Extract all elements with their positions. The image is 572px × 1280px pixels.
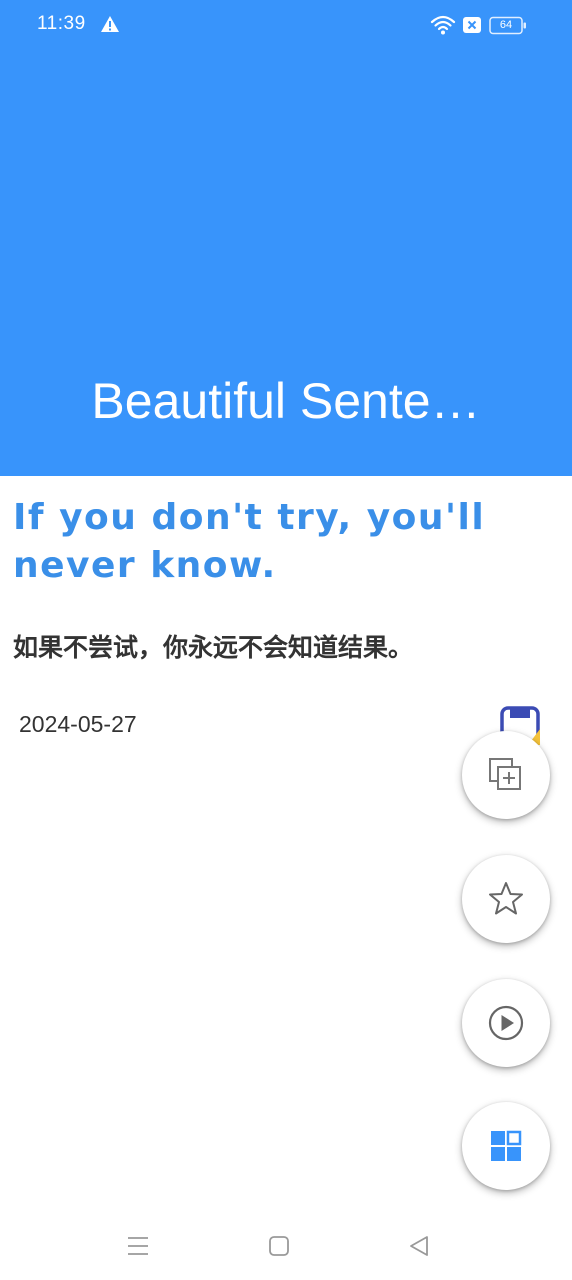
app-screen: 11:39 64 Beautiful Sente… If you don't t… — [0, 0, 572, 1280]
battery-level: 64 — [499, 19, 513, 31]
status-bar: 11:39 64 — [0, 0, 572, 52]
play-button[interactable] — [462, 979, 550, 1067]
menu-icon[interactable] — [124, 1232, 152, 1260]
play-icon — [488, 1005, 524, 1041]
navigation-bar — [0, 1210, 572, 1280]
star-icon — [489, 882, 523, 915]
sentence-date: 2024-05-27 — [19, 711, 137, 737]
app-header: 11:39 64 Beautiful Sente… — [0, 0, 572, 476]
warning-triangle-icon — [101, 16, 119, 32]
english-sentence: If you don't try, you'll never know. — [13, 497, 486, 586]
no-sim-icon — [463, 17, 481, 33]
back-icon[interactable] — [405, 1232, 433, 1260]
copy-add-icon — [489, 758, 521, 790]
favorite-button[interactable] — [462, 855, 550, 943]
copy-button[interactable] — [462, 731, 550, 819]
grid-button[interactable] — [462, 1102, 550, 1190]
grid-icon — [491, 1130, 522, 1161]
wifi-icon — [430, 15, 456, 35]
home-icon[interactable] — [265, 1232, 293, 1260]
page-title: Beautiful Sente… — [91, 373, 481, 429]
battery-indicator: 64 — [489, 16, 527, 35]
status-time: 11:39 — [37, 13, 86, 34]
chinese-translation: 如果不尝试，你永远不会知道结果。 — [13, 633, 414, 662]
